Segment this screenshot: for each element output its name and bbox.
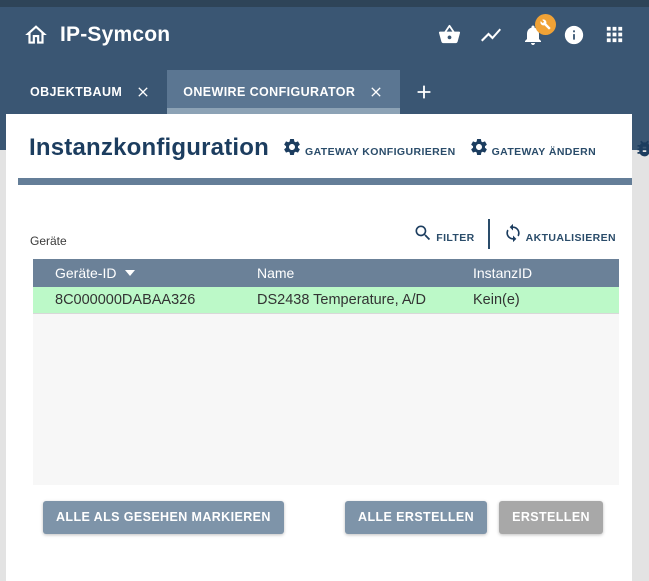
- gear-icon: [282, 137, 302, 160]
- column-header-name[interactable]: Name: [235, 265, 451, 281]
- gateway-configure-label: GATEWAY KONFIGURIEREN: [305, 146, 456, 160]
- debug-button[interactable]: [634, 138, 649, 159]
- scrollbar-track[interactable]: [632, 150, 649, 581]
- content-card: Instanzkonfiguration GATEWAY KONFIGURIER…: [6, 114, 632, 581]
- tab-label: ONEWIRE CONFIGURATOR: [183, 85, 355, 99]
- table-empty-area: [33, 314, 619, 485]
- cell-geraete-id: 8C000000DABAA326: [33, 292, 235, 308]
- add-tab-button[interactable]: [413, 70, 435, 114]
- mark-all-seen-button[interactable]: ALLE ALS GESEHEN MARKIEREN: [43, 501, 284, 534]
- cell-instanzid: Kein(e): [451, 292, 619, 308]
- notification-badge: [535, 14, 556, 35]
- tab-bar: OBJEKTBAUM ONEWIRE CONFIGURATOR: [0, 70, 649, 114]
- gear-icon: [469, 137, 489, 160]
- column-label: InstanzID: [473, 265, 532, 281]
- gateway-change-label: GATEWAY ÄNDERN: [492, 146, 597, 160]
- top-strip: [0, 0, 649, 7]
- tab-objektbaum[interactable]: OBJEKTBAUM: [14, 70, 167, 114]
- trending-icon[interactable]: [479, 23, 503, 47]
- filter-button[interactable]: FILTER: [413, 223, 474, 246]
- cell-name: DS2438 Temperature, A/D: [235, 292, 451, 308]
- apps-icon[interactable]: [603, 23, 626, 46]
- ip-symcon-app: IP-Symcon: [0, 0, 649, 581]
- search-icon: [413, 223, 433, 246]
- info-icon[interactable]: [563, 24, 585, 46]
- bug-icon: [634, 138, 649, 159]
- header-icon-group: [438, 23, 626, 47]
- page-title: Instanzkonfiguration: [29, 134, 269, 162]
- tab-label: OBJEKTBAUM: [30, 85, 122, 99]
- column-header-geraete-id[interactable]: Geräte-ID: [33, 265, 235, 281]
- table-actions: FILTER AKTUALISIEREN: [413, 216, 616, 252]
- column-header-instanzid[interactable]: InstanzID: [451, 265, 619, 281]
- create-all-button[interactable]: ALLE ERSTELLEN: [345, 501, 487, 534]
- refresh-label: AKTUALISIEREN: [526, 232, 616, 246]
- gateway-configure-button[interactable]: GATEWAY KONFIGURIEREN: [282, 137, 456, 160]
- column-label: Name: [257, 265, 294, 281]
- devices-table: Geräte-ID Name InstanzID 8C000000DABAA32…: [33, 259, 619, 485]
- app-header: IP-Symcon: [0, 7, 649, 62]
- footer-buttons: ALLE ALS GESEHEN MARKIEREN ALLE ERSTELLE…: [43, 500, 603, 534]
- table-header-row: Geräte-ID Name InstanzID: [33, 259, 619, 287]
- title-underline-bar: [18, 178, 632, 185]
- gateway-change-button[interactable]: GATEWAY ÄNDERN: [469, 137, 597, 160]
- tab-onewire-configurator[interactable]: ONEWIRE CONFIGURATOR: [167, 70, 400, 114]
- create-button[interactable]: ERSTELLEN: [499, 501, 603, 534]
- refresh-icon: [503, 223, 523, 246]
- sort-desc-icon: [125, 270, 135, 276]
- refresh-button[interactable]: AKTUALISIEREN: [503, 223, 616, 246]
- devices-section-label: Geräte: [30, 234, 67, 248]
- home-icon[interactable]: [23, 22, 49, 48]
- filter-label: FILTER: [436, 232, 474, 246]
- close-icon[interactable]: [368, 84, 384, 100]
- basket-icon[interactable]: [438, 23, 461, 46]
- close-icon[interactable]: [135, 84, 151, 100]
- wrench-icon: [540, 19, 551, 30]
- app-title: IP-Symcon: [60, 23, 170, 47]
- notifications-icon[interactable]: [521, 23, 545, 47]
- column-label: Geräte-ID: [55, 265, 116, 281]
- table-row[interactable]: 8C000000DABAA326 DS2438 Temperature, A/D…: [33, 287, 619, 314]
- toolbar: Instanzkonfiguration GATEWAY KONFIGURIER…: [29, 126, 618, 170]
- actions-divider: [488, 219, 490, 249]
